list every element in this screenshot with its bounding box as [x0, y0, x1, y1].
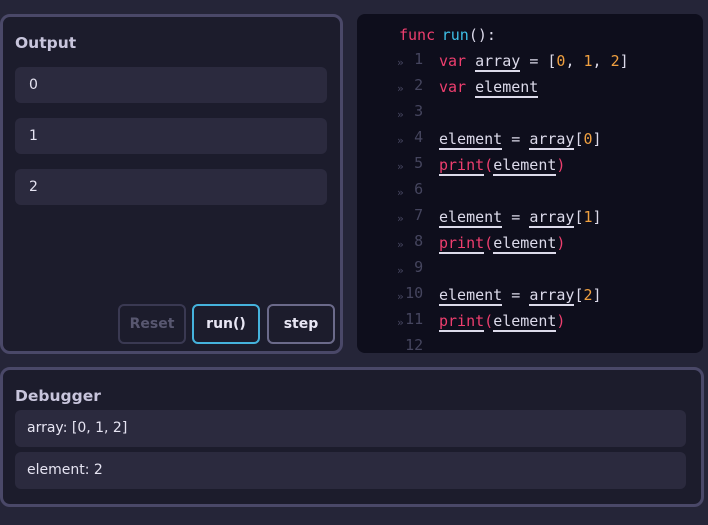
- function-name: run: [441, 26, 469, 44]
- output-title: Output: [15, 34, 77, 52]
- debugger-panel: Debugger array: [0, 1, 2] element: 2: [0, 367, 704, 507]
- punctuation: [: [574, 130, 584, 148]
- function-call: print: [439, 156, 485, 176]
- number: 1: [583, 208, 593, 226]
- line-number: 12: [405, 336, 424, 354]
- indent-marker: »: [397, 290, 404, 303]
- run-button[interactable]: run(): [192, 304, 260, 344]
- punctuation: [: [574, 286, 584, 304]
- function-call: print: [439, 312, 485, 332]
- identifier: array: [529, 286, 575, 306]
- identifier: element: [439, 208, 503, 228]
- output-row: 2: [15, 169, 327, 205]
- code-line: 1 func run():: [357, 23, 496, 68]
- code-editor[interactable]: 1 func run(): 2 » var array = [0, 1, 2] …: [357, 14, 703, 354]
- code-line: 6 » print(element): [357, 153, 565, 198]
- output-panel: Output 0 1 2 Reset run() step: [0, 14, 343, 354]
- indent-marker: »: [397, 134, 404, 147]
- punctuation: ): [556, 312, 566, 330]
- indent-marker: »: [397, 56, 404, 69]
- punctuation: ]: [592, 286, 602, 304]
- output-row: 1: [15, 118, 327, 154]
- indent-marker: »: [397, 108, 404, 121]
- indent-marker: »: [397, 238, 404, 251]
- operator: =: [529, 52, 539, 70]
- code-line: 10 »: [357, 257, 423, 302]
- punctuation: ]: [592, 130, 602, 148]
- output-row: 0: [15, 67, 327, 103]
- debugger-title: Debugger: [15, 387, 101, 405]
- operator: =: [511, 286, 521, 304]
- code-line: 3 » var element: [357, 75, 539, 120]
- code-line: 11 » element = array[2]: [357, 283, 602, 328]
- punctuation: ]: [619, 52, 629, 70]
- code-line: 12 » print(element): [357, 309, 565, 354]
- punctuation: ():: [468, 26, 496, 44]
- operator: =: [511, 130, 521, 148]
- code-line: 5 » element = array[0]: [357, 127, 602, 172]
- code-line: 4 »: [357, 101, 423, 146]
- code-line: 7 »: [357, 179, 423, 224]
- debugger-variable-row: array: [0, 1, 2]: [15, 410, 686, 447]
- indent-marker: »: [397, 264, 404, 277]
- identifier: array: [475, 52, 521, 72]
- punctuation: (: [484, 312, 494, 330]
- identifier: element: [439, 130, 503, 150]
- punctuation: ): [556, 234, 566, 252]
- punctuation: (: [484, 156, 494, 174]
- step-button[interactable]: step: [267, 304, 335, 344]
- reset-button[interactable]: Reset: [118, 304, 186, 344]
- code-line: 9 » print(element): [357, 231, 565, 276]
- keyword: var: [439, 78, 467, 96]
- punctuation: ,: [565, 52, 575, 70]
- code-line: 8 » element = array[1]: [357, 205, 602, 250]
- keyword: var: [439, 52, 467, 70]
- indent-marker: »: [397, 316, 404, 329]
- debugger-variable-row: element: 2: [15, 452, 686, 489]
- punctuation: (: [484, 234, 494, 252]
- identifier: element: [475, 78, 539, 98]
- code-line: 2 » var array = [0, 1, 2]: [357, 49, 629, 94]
- punctuation: ): [556, 156, 566, 174]
- punctuation: ]: [592, 208, 602, 226]
- number: 2: [583, 286, 593, 304]
- keyword: func: [399, 26, 436, 44]
- identifier: element: [493, 234, 557, 254]
- indent-marker: »: [397, 212, 404, 225]
- operator: =: [511, 208, 521, 226]
- identifier: element: [439, 286, 503, 306]
- identifier: array: [529, 130, 575, 150]
- indent-marker: »: [397, 82, 404, 95]
- number: 2: [610, 52, 620, 70]
- number: 1: [583, 52, 593, 70]
- indent-marker: »: [397, 160, 404, 173]
- punctuation: [: [574, 208, 584, 226]
- identifier: element: [493, 312, 557, 332]
- function-call: print: [439, 234, 485, 254]
- indent-marker: »: [397, 186, 404, 199]
- identifier: element: [493, 156, 557, 176]
- identifier: array: [529, 208, 575, 228]
- number: 0: [583, 130, 593, 148]
- punctuation: ,: [592, 52, 602, 70]
